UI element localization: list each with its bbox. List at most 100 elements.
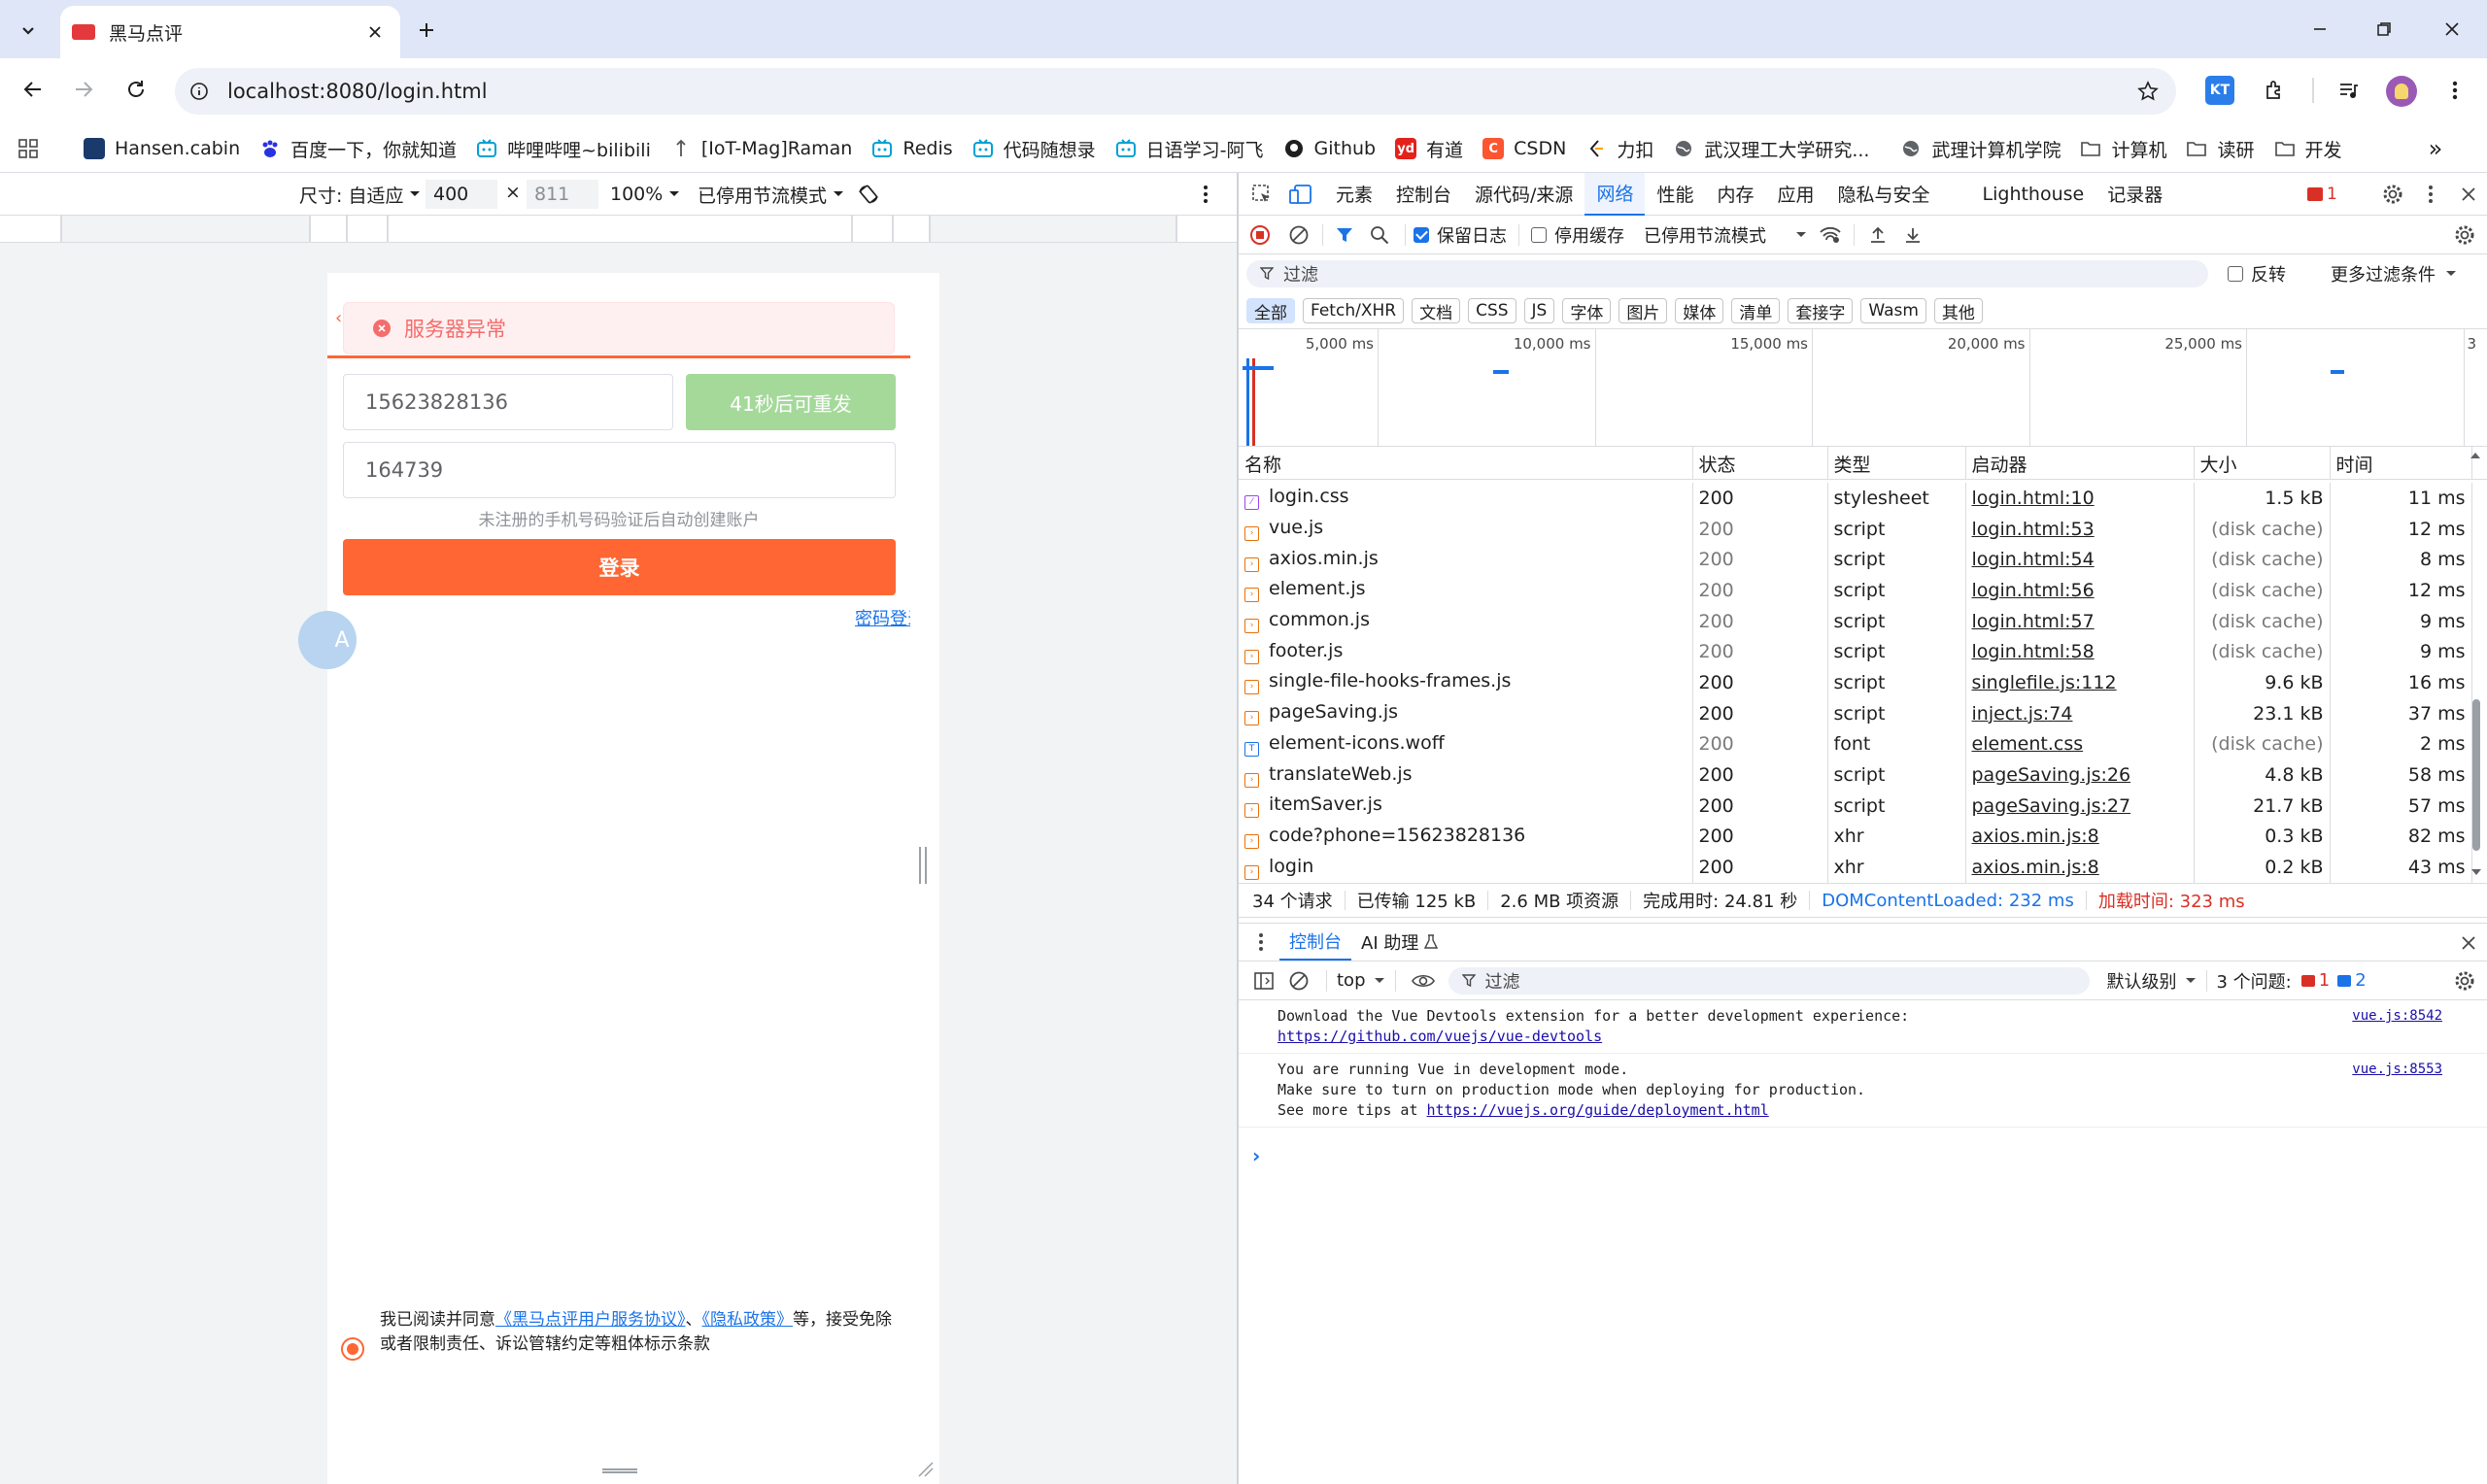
column-header[interactable]: 类型 [1827, 447, 1966, 480]
request-row[interactable]: Telement-icons.woff 200 font element.css (di… [1239, 728, 2472, 760]
devtools-tab[interactable]: 隐私与安全 [1826, 173, 1942, 216]
request-row[interactable]: › pageSaving.js 200 script inject.js:74 23.1 … [1239, 697, 2472, 729]
console-sidebar-icon[interactable] [1246, 963, 1281, 998]
bookmark-item[interactable]: 代码随想录 [963, 129, 1106, 168]
issues-counter[interactable]: 3 个问题: 1 2 [2217, 968, 2367, 994]
browser-menu-icon[interactable] [2438, 74, 2471, 107]
request-row[interactable]: › translateWeb.js 200 script pageSaving.js:2… [1239, 759, 2472, 791]
throttle-select[interactable]: 已停用节流模式 [698, 181, 844, 208]
close-drawer-icon[interactable] [2453, 928, 2484, 959]
network-filter-input[interactable]: 过滤 [1246, 260, 2208, 287]
request-initiator[interactable]: login.html:54 [1972, 549, 2095, 570]
search-icon[interactable] [1362, 218, 1397, 253]
column-header[interactable]: 启动器 [1965, 447, 2195, 480]
privacy-policy-link[interactable]: 《隐私政策》 [702, 1310, 794, 1330]
verification-code-input[interactable]: 164739 [343, 442, 896, 498]
devtools-tab[interactable]: 源代码/来源 [1463, 173, 1584, 216]
request-row[interactable]: › footer.js 200 script login.html:58 (disk ca… [1239, 636, 2472, 668]
request-row[interactable]: ⁄ login.css 200 stylesheet login.html:10 1.5 … [1239, 483, 2472, 514]
import-har-icon[interactable] [1860, 218, 1895, 253]
devtools-tab[interactable]: 元素 [1324, 173, 1384, 216]
site-info-icon[interactable] [185, 77, 214, 106]
invert-option[interactable]: 反转 [2228, 262, 2286, 286]
request-row[interactable]: › login 200 xhr axios.min.js:8 0.2 kB 43 ms [1239, 852, 2472, 883]
request-initiator[interactable]: singlefile.js:112 [1972, 672, 2117, 693]
type-filter-chip[interactable]: 清单 [1731, 298, 1781, 323]
login-button[interactable]: 登录 [343, 539, 896, 595]
drawer-tab-console[interactable]: 控制台 [1279, 924, 1351, 961]
bookmark-item[interactable]: 力扣 [1576, 129, 1663, 168]
back-icon[interactable] [14, 70, 52, 109]
console-prompt-icon[interactable]: › [1252, 1144, 1260, 1167]
requests-scrollbar-thumb[interactable] [2472, 699, 2480, 851]
export-har-icon[interactable] [1895, 218, 1930, 253]
extension-kt-icon[interactable]: KT [2205, 76, 2234, 105]
bookmark-item[interactable]: yd 有道 [1385, 129, 1473, 168]
scroll-down-icon[interactable] [2470, 867, 2482, 877]
settings-gear-icon[interactable] [2377, 179, 2408, 210]
bookmark-item[interactable]: 开发 [2265, 129, 2352, 168]
column-header[interactable]: 名称 [1239, 447, 1693, 480]
media-control-icon[interactable] [2332, 74, 2365, 107]
type-filter-chip[interactable]: 媒体 [1675, 298, 1724, 323]
console-clear-icon[interactable] [1281, 963, 1316, 998]
devtools-tab[interactable]: 内存 [1705, 173, 1765, 216]
column-header[interactable]: 状态 [1692, 447, 1828, 480]
minimize-icon[interactable] [2299, 12, 2341, 47]
bookmark-item[interactable]: 日语学习-阿飞 [1106, 129, 1274, 168]
bookmark-star-icon[interactable] [2133, 77, 2163, 106]
request-initiator[interactable]: login.html:10 [1972, 488, 2095, 509]
devtools-tab[interactable]: Lighthouse [1971, 173, 2096, 216]
devtools-tab[interactable]: 应用 [1765, 173, 1825, 216]
bookmark-item[interactable]: 武理计算机学院 [1891, 129, 2070, 168]
back-arrow-icon[interactable]: ‹ [335, 308, 342, 328]
dimension-select[interactable]: 尺寸: 自适应 [299, 181, 421, 208]
width-input[interactable]: 400 [426, 180, 497, 209]
resize-corner-icon[interactable] [917, 1461, 935, 1478]
error-indicator[interactable]: 1 [2307, 183, 2337, 206]
request-initiator[interactable]: pageSaving.js:26 [1972, 764, 2131, 786]
log-level-select[interactable]: 默认级别 [2107, 968, 2197, 994]
request-row[interactable]: › axios.min.js 200 script login.html:54 (disk… [1239, 544, 2472, 576]
request-initiator[interactable]: login.html:53 [1972, 519, 2095, 540]
request-initiator[interactable]: inject.js:74 [1972, 703, 2073, 725]
drawer-tab-ai[interactable]: AI 助理 [1351, 924, 1448, 961]
extensions-puzzle-icon[interactable] [2258, 74, 2291, 107]
devtools-tab[interactable]: 控制台 [1384, 173, 1463, 216]
device-toggle-icon[interactable] [1281, 175, 1320, 214]
forward-icon[interactable] [64, 70, 103, 109]
request-initiator[interactable]: element.css [1972, 733, 2084, 755]
browser-tab[interactable]: 黑马点评 [60, 6, 400, 58]
bookmark-item[interactable]: 读研 [2176, 129, 2264, 168]
network-throttle-select[interactable]: 已停用节流模式 [1644, 222, 1807, 248]
bookmark-item[interactable]: Hansen.cabin [74, 129, 250, 168]
bookmark-item[interactable]: 哔哩哔哩~bilibili [466, 129, 661, 168]
devtools-menu-icon[interactable] [2418, 179, 2443, 210]
console-settings-icon[interactable] [2447, 963, 2482, 998]
invert-checkbox[interactable] [2228, 266, 2243, 282]
apps-grid-icon[interactable] [14, 134, 43, 163]
request-initiator[interactable]: axios.min.js:8 [1972, 826, 2099, 847]
bookmark-item[interactable]: 计算机 [2070, 129, 2176, 168]
column-header[interactable]: 大小 [2194, 447, 2331, 480]
request-initiator[interactable]: pageSaving.js:27 [1972, 795, 2131, 817]
type-filter-chip[interactable]: CSS [1468, 298, 1516, 323]
request-initiator[interactable]: axios.min.js:8 [1972, 857, 2099, 878]
console-filter-input[interactable]: 过滤 [1448, 966, 2090, 995]
bookmark-item[interactable]: Github [1274, 129, 1386, 168]
user-agreement-link[interactable]: 《黑马点评用户服务协议》 [495, 1310, 686, 1330]
context-select[interactable]: top [1337, 970, 1385, 991]
zoom-select[interactable]: 100% [610, 181, 680, 208]
request-row[interactable]: › vue.js 200 script login.html:53 (disk cache… [1239, 513, 2472, 545]
type-filter-chip[interactable]: 全部 [1246, 298, 1295, 323]
resize-handle-bottom[interactable] [602, 1468, 637, 1473]
agreement-radio[interactable] [341, 1337, 364, 1361]
type-filter-chip[interactable]: 图片 [1618, 298, 1668, 323]
restore-icon[interactable] [2363, 12, 2405, 47]
console-message-link[interactable]: https://vuejs.org/guide/deployment.html [1427, 1101, 1769, 1119]
type-filter-chip[interactable]: Fetch/XHR [1303, 298, 1405, 323]
inspect-element-icon[interactable] [1243, 175, 1281, 214]
type-filter-chip[interactable]: Wasm [1860, 298, 1926, 323]
network-settings-icon[interactable] [2447, 218, 2482, 253]
rotate-icon[interactable] [853, 179, 884, 210]
